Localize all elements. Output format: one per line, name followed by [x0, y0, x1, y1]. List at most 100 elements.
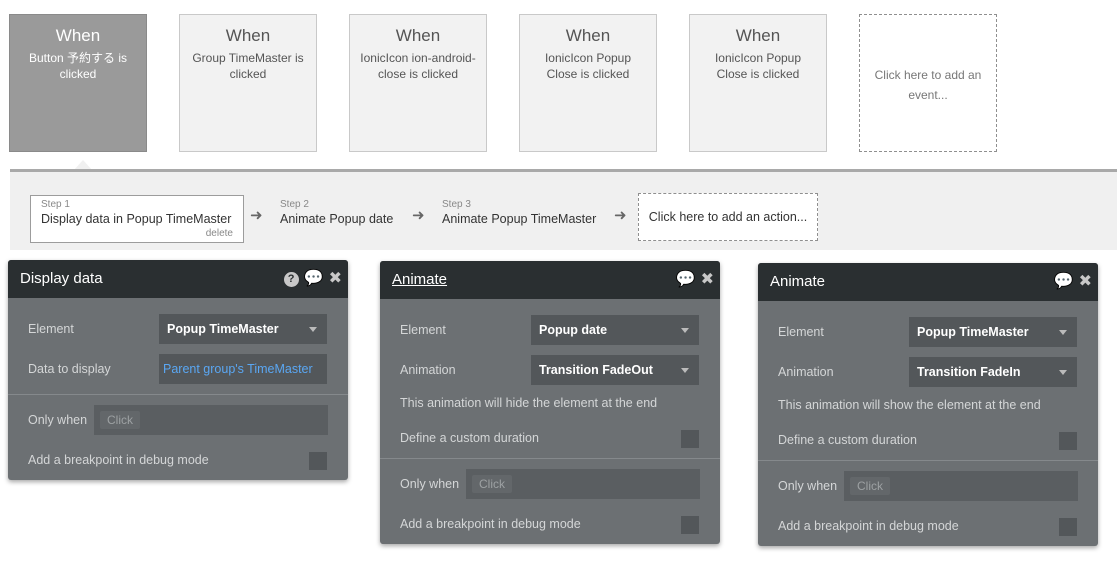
- event-description: IonicIcon ion-android-close is clicked: [360, 51, 476, 81]
- workflow-steps-bar: Step 1 Display data in Popup TimeMaster …: [10, 169, 1117, 250]
- custom-duration-row: Define a custom duration: [380, 422, 720, 454]
- panel-header: Display data ? 💬 ✖: [8, 260, 348, 298]
- data-to-display-value: Parent group's TimeMaster: [163, 362, 313, 376]
- event-description: Button 予約する is clicked: [28, 51, 128, 81]
- event-when-label: When: [225, 26, 271, 45]
- animation-label: Animation: [400, 363, 456, 377]
- event-description: Group TimeMaster is clicked: [192, 51, 304, 81]
- element-dropdown[interactable]: Popup TimeMaster: [159, 314, 327, 344]
- event-card-ionicicon-android-close[interactable]: When IonicIcon ion-android-close is clic…: [349, 14, 487, 152]
- panel-header: Animate 💬 ✖: [380, 261, 720, 299]
- element-row: Element Popup date: [380, 314, 720, 346]
- arrow-right-icon: ➜: [614, 207, 627, 224]
- animation-value: Transition FadeIn: [917, 365, 1021, 379]
- element-label: Element: [400, 323, 446, 337]
- comment-icon[interactable]: 💬: [676, 261, 696, 299]
- element-row: Element Popup TimeMaster: [8, 313, 348, 345]
- close-icon[interactable]: ✖: [1079, 263, 1092, 301]
- animate-popup-timemaster-panel: Animate 💬 ✖ Element Popup TimeMaster Ani…: [758, 263, 1098, 546]
- panel-header: Animate 💬 ✖: [758, 263, 1098, 301]
- animation-dropdown[interactable]: Transition FadeOut: [531, 355, 699, 385]
- breakpoint-checkbox[interactable]: [1059, 518, 1077, 536]
- data-to-display-field[interactable]: Parent group's TimeMaster: [159, 354, 327, 384]
- event-when-label: When: [395, 26, 441, 45]
- chevron-down-icon: [681, 368, 689, 373]
- add-action-label: Click here to add an action...: [648, 210, 808, 224]
- event-description: IonicIcon Popup Close is clicked: [544, 51, 632, 81]
- breakpoint-checkbox[interactable]: [681, 516, 699, 534]
- event-description: IonicIcon Popup Close is clicked: [714, 51, 802, 81]
- chevron-down-icon: [1059, 330, 1067, 335]
- panel-title: Animate: [770, 273, 826, 290]
- divider: [758, 460, 1098, 461]
- chevron-down-icon: [1059, 370, 1067, 375]
- custom-duration-checkbox[interactable]: [681, 430, 699, 448]
- only-when-label: Only when: [400, 477, 460, 491]
- element-value: Popup TimeMaster: [917, 325, 1029, 339]
- step-number: Step 3: [442, 199, 471, 210]
- step-number: Step 1: [41, 199, 70, 210]
- add-event-label: Click here to add an event...: [874, 68, 982, 102]
- help-icon[interactable]: ?: [283, 271, 299, 287]
- event-card-ionicicon-popup-close-2[interactable]: When IonicIcon Popup Close is clicked: [689, 14, 827, 152]
- element-dropdown[interactable]: Popup date: [531, 315, 699, 345]
- breakpoint-row: Add a breakpoint in debug mode: [380, 508, 720, 540]
- animation-dropdown[interactable]: Transition FadeIn: [909, 357, 1077, 387]
- custom-duration-label: Define a custom duration: [778, 433, 917, 447]
- element-dropdown[interactable]: Popup TimeMaster: [909, 317, 1077, 347]
- divider: [8, 394, 348, 395]
- event-when-label: When: [55, 26, 101, 45]
- arrow-right-icon: ➜: [412, 207, 425, 224]
- breakpoint-checkbox[interactable]: [309, 452, 327, 470]
- display-data-panel: Display data ? 💬 ✖ Element Popup TimeMas…: [8, 260, 348, 480]
- step-name: Animate Popup date: [280, 212, 394, 226]
- only-when-row: Only when Click: [380, 468, 720, 500]
- add-event-button[interactable]: Click here to add an event...: [859, 14, 997, 152]
- breakpoint-label: Add a breakpoint in debug mode: [400, 517, 581, 531]
- data-to-display-row: Data to display Parent group's TimeMaste…: [8, 353, 348, 385]
- delete-step-link[interactable]: delete: [206, 228, 233, 239]
- step-1-display-data[interactable]: Step 1 Display data in Popup TimeMaster …: [30, 195, 244, 243]
- only-when-label: Only when: [28, 413, 88, 427]
- step-name: Animate Popup TimeMaster: [442, 212, 597, 226]
- element-label: Element: [778, 325, 824, 339]
- event-when-label: When: [735, 26, 781, 45]
- click-placeholder: Click: [472, 475, 512, 493]
- step-name: Display data in Popup TimeMaster: [41, 212, 232, 226]
- panel-title[interactable]: Animate: [392, 271, 447, 288]
- breakpoint-label: Add a breakpoint in debug mode: [778, 519, 959, 533]
- element-label: Element: [28, 322, 74, 336]
- chevron-down-icon: [309, 327, 317, 332]
- animation-info-text: This animation will show the element at …: [778, 398, 1041, 412]
- breakpoint-row: Add a breakpoint in debug mode: [8, 444, 348, 476]
- custom-duration-label: Define a custom duration: [400, 431, 539, 445]
- add-action-button[interactable]: Click here to add an action...: [638, 193, 818, 241]
- step-3-animate-popup-timemaster[interactable]: Step 3 Animate Popup TimeMaster: [442, 199, 596, 226]
- element-value: Popup date: [539, 323, 608, 337]
- animation-value: Transition FadeOut: [539, 363, 653, 377]
- only-when-input[interactable]: Click: [844, 471, 1078, 501]
- step-number: Step 2: [280, 199, 309, 210]
- only-when-input[interactable]: Click: [466, 469, 700, 499]
- only-when-row: Only when Click: [8, 404, 348, 436]
- step-2-animate-popup-date[interactable]: Step 2 Animate Popup date: [280, 199, 393, 226]
- event-card-group-timemaster[interactable]: When Group TimeMaster is clicked: [179, 14, 317, 152]
- comment-icon[interactable]: 💬: [304, 260, 324, 298]
- custom-duration-row: Define a custom duration: [758, 424, 1098, 456]
- only-when-label: Only when: [778, 479, 838, 493]
- close-icon[interactable]: ✖: [701, 261, 714, 299]
- element-value: Popup TimeMaster: [167, 322, 279, 336]
- event-when-label: When: [565, 26, 611, 45]
- click-placeholder: Click: [100, 411, 140, 429]
- breakpoint-row: Add a breakpoint in debug mode: [758, 510, 1098, 542]
- element-row: Element Popup TimeMaster: [758, 316, 1098, 348]
- close-icon[interactable]: ✖: [329, 260, 342, 298]
- custom-duration-checkbox[interactable]: [1059, 432, 1077, 450]
- only-when-input[interactable]: Click: [94, 405, 328, 435]
- comment-icon[interactable]: 💬: [1054, 263, 1074, 301]
- animation-row: Animation Transition FadeIn: [758, 356, 1098, 388]
- event-card-button-yoyaku[interactable]: When Button 予約する is clicked: [9, 14, 147, 152]
- event-card-ionicicon-popup-close[interactable]: When IonicIcon Popup Close is clicked: [519, 14, 657, 152]
- breakpoint-label: Add a breakpoint in debug mode: [28, 453, 209, 467]
- chevron-down-icon: [681, 328, 689, 333]
